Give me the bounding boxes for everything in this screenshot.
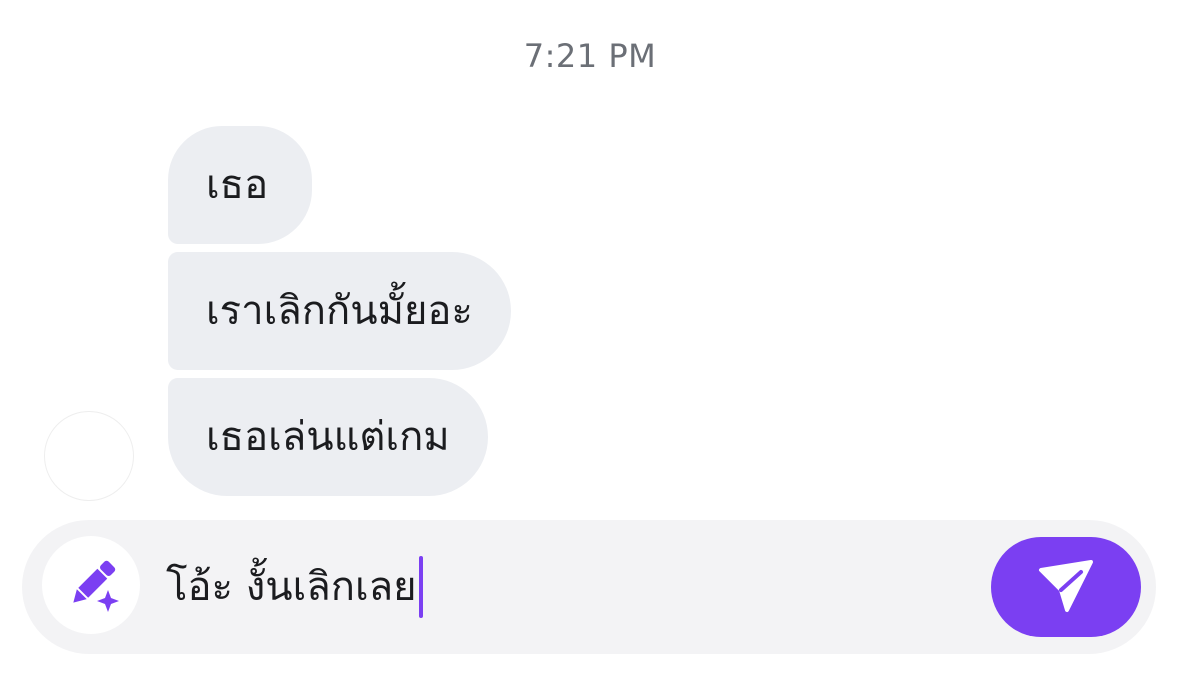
magic-pen-icon [73, 560, 119, 612]
message-bubble[interactable]: เธอ [168, 126, 313, 244]
paper-plane-icon [1039, 560, 1093, 612]
magic-pen-button[interactable] [42, 536, 140, 634]
message-bubble[interactable]: เธอเล่นแต่เกม [168, 378, 488, 496]
message-bubble[interactable]: เราเลิกกันมั้ยอะ [168, 252, 511, 370]
text-cursor [418, 556, 423, 618]
send-button[interactable] [991, 537, 1141, 637]
sender-avatar[interactable] [44, 411, 134, 501]
message-input[interactable]: โอ้ะ งั้นเลิกเลย [166, 556, 966, 618]
message-timestamp: 7:21 PM [523, 37, 657, 75]
message-input-value: โอ้ะ งั้นเลิกเลย [166, 564, 417, 610]
